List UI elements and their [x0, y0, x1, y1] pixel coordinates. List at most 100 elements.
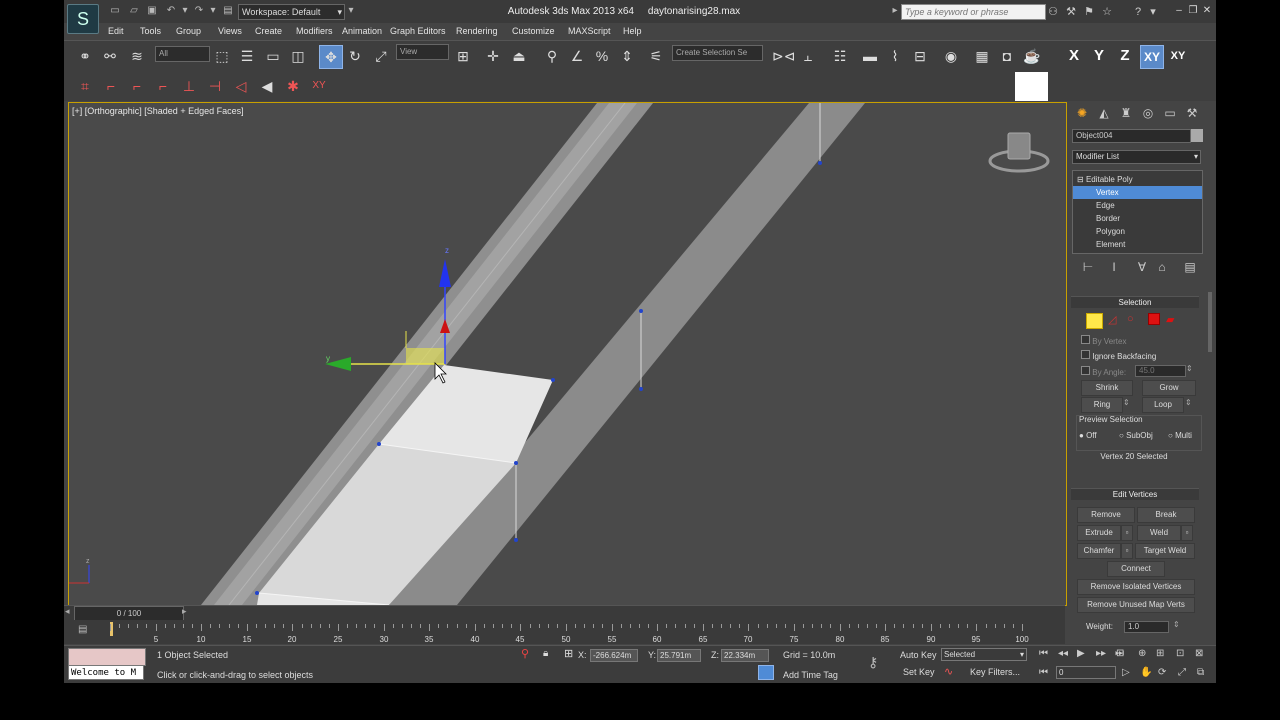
- snap-endpoint-icon[interactable]: ⌐: [152, 75, 174, 97]
- orbit-icon[interactable]: ⟳: [1158, 667, 1166, 678]
- viewport-orthographic[interactable]: y z z [+] [Orthographic] [Shaded + Edged…: [68, 102, 1067, 606]
- set-key-curve-icon[interactable]: ∿: [944, 665, 953, 678]
- select-and-rotate-icon[interactable]: ↻: [344, 45, 366, 67]
- show-end-result-icon[interactable]: I: [1105, 258, 1123, 276]
- auto-key-button[interactable]: Auto Key: [900, 650, 937, 660]
- select-and-move-icon[interactable]: ✥: [319, 45, 343, 69]
- quick-access-menu-icon[interactable]: ▾: [344, 4, 358, 18]
- pivot-center-icon[interactable]: ⊞: [452, 45, 474, 67]
- target-weld-button[interactable]: Target Weld: [1135, 543, 1195, 559]
- by-vertex-checkbox[interactable]: [1081, 335, 1090, 344]
- redo-icon[interactable]: ↷: [192, 4, 206, 18]
- render-setup-icon[interactable]: ▦: [971, 45, 993, 67]
- search-expand-icon[interactable]: ▸: [888, 4, 902, 18]
- rendered-frame-window-icon[interactable]: ◘: [996, 45, 1018, 67]
- menu-graph-editors[interactable]: Graph Editors: [390, 24, 446, 38]
- curve-editor-mini-icon[interactable]: ▤: [78, 624, 87, 635]
- edit-vertices-rollout-header[interactable]: Edit Vertices: [1071, 488, 1199, 500]
- graphite-ribbon-icon[interactable]: ▬: [859, 45, 881, 67]
- absolute-mode-icon[interactable]: ⊞: [564, 647, 573, 660]
- next-frame-icon[interactable]: ▸▸: [1096, 648, 1106, 659]
- grow-button[interactable]: Grow: [1142, 380, 1196, 396]
- make-unique-icon[interactable]: ∀: [1133, 258, 1151, 276]
- command-panel-scrollbar[interactable]: [1208, 292, 1212, 352]
- shrink-button[interactable]: Shrink: [1081, 380, 1133, 396]
- undo-dropdown-icon[interactable]: ▾: [178, 4, 192, 18]
- constrain-y-button[interactable]: Y: [1088, 45, 1110, 67]
- chamfer-settings-icon[interactable]: ▫: [1121, 543, 1133, 559]
- chamfer-button[interactable]: Chamfer: [1077, 543, 1121, 559]
- subscription-icon[interactable]: ⚒: [1064, 5, 1078, 19]
- x-coordinate-field[interactable]: -266.624m: [590, 649, 638, 662]
- ring-spinner-icon[interactable]: ⇕: [1123, 398, 1130, 407]
- time-config-icon[interactable]: ⊟: [1116, 648, 1124, 659]
- unlink-icon[interactable]: ⚯: [99, 45, 121, 67]
- favorites-star-icon[interactable]: ☆: [1100, 5, 1114, 19]
- menu-modifiers[interactable]: Modifiers: [296, 24, 333, 38]
- track-bar[interactable]: ▤ 5 10 15 20 25 30 35 40 45 50 55 60 65 70 75 80 85 90 95 1…: [64, 620, 1065, 644]
- by-vertex-option[interactable]: By Vertex: [1081, 335, 1126, 346]
- spinner-snap-icon[interactable]: ⇕: [616, 45, 638, 67]
- set-key-button[interactable]: Set Key: [903, 667, 935, 677]
- window-crossing-icon[interactable]: ◫: [287, 45, 309, 67]
- snap-edge-icon[interactable]: ⊣: [204, 75, 226, 97]
- previous-frame-icon[interactable]: ◂◂: [1058, 648, 1068, 659]
- edge-mode-icon[interactable]: ◿: [1108, 313, 1116, 326]
- remove-unused-map-verts-button[interactable]: Remove Unused Map Verts: [1077, 597, 1195, 613]
- snaps-toggle-icon[interactable]: ⚲: [541, 45, 563, 67]
- preview-subobj-radio[interactable]: ○ SubObj: [1119, 431, 1153, 440]
- save-icon[interactable]: ▣: [145, 4, 159, 18]
- curve-editor-icon[interactable]: ⌇: [884, 45, 906, 67]
- maximize-viewport-icon[interactable]: ⤢: [1178, 667, 1186, 678]
- keyboard-shortcut-override-icon[interactable]: ⏏: [508, 45, 530, 67]
- stack-item-element[interactable]: Element: [1073, 238, 1202, 251]
- angle-snap-icon[interactable]: ∠: [566, 45, 588, 67]
- menu-views[interactable]: Views: [218, 24, 242, 38]
- snap-face-icon[interactable]: ◁: [230, 75, 252, 97]
- collapse-icon[interactable]: ⊟: [1073, 175, 1084, 184]
- render-production-icon[interactable]: ☕: [1021, 45, 1043, 67]
- snap-midpoint-icon[interactable]: ⊥: [178, 75, 200, 97]
- weight-spinner[interactable]: 1.0: [1124, 621, 1169, 633]
- field-of-view-icon[interactable]: ▷: [1122, 667, 1130, 678]
- connect-button[interactable]: Connect: [1107, 561, 1165, 577]
- zoom-extents-all-icon[interactable]: ⊠: [1195, 648, 1203, 659]
- object-name-field[interactable]: Object004: [1072, 129, 1191, 143]
- snap-options-icon[interactable]: ✱: [282, 75, 304, 97]
- ignore-backfacing-checkbox[interactable]: [1081, 350, 1090, 359]
- time-tag-icon[interactable]: [758, 665, 774, 680]
- project-folder-icon[interactable]: ▤: [221, 4, 235, 18]
- menu-animation[interactable]: Animation: [342, 24, 382, 38]
- select-manipulate-icon[interactable]: ✛: [482, 45, 504, 67]
- weight-spinner-arrows-icon[interactable]: ⇕: [1173, 620, 1180, 629]
- binoculars-icon[interactable]: ⚇: [1046, 5, 1060, 19]
- time-slider[interactable]: ◂ 0 / 100 ▸: [64, 605, 1065, 621]
- new-file-icon[interactable]: ▭: [108, 4, 122, 18]
- mirror-icon[interactable]: ⊳⊲: [772, 45, 795, 67]
- app-logo-icon[interactable]: S: [67, 4, 99, 34]
- menu-edit[interactable]: Edit: [108, 24, 124, 38]
- y-coordinate-field[interactable]: 25.791m: [657, 649, 701, 662]
- viewport-label[interactable]: [+] [Orthographic] [Shaded + Edged Faces…: [72, 106, 244, 116]
- selection-lock-icon[interactable]: 🔒︎: [543, 648, 548, 659]
- search-input[interactable]: Type a keyword or phrase: [901, 4, 1046, 20]
- polygon-mode-icon[interactable]: [1148, 313, 1160, 325]
- snap-grid-icon[interactable]: ⌗: [74, 75, 96, 97]
- stack-item-editable-poly[interactable]: ⊟ Editable Poly: [1073, 173, 1202, 186]
- named-selection-dropdown[interactable]: Create Selection Se: [672, 45, 763, 61]
- schematic-view-icon[interactable]: ⊟: [909, 45, 931, 67]
- select-and-scale-icon[interactable]: ⤢: [370, 45, 392, 67]
- constrain-x-button[interactable]: X: [1063, 45, 1085, 67]
- modifier-list-dropdown[interactable]: Modifier List ▾: [1072, 150, 1201, 164]
- zoom-icon[interactable]: ⊕: [1138, 648, 1146, 659]
- constrain-xy-cycle-button[interactable]: XY: [1167, 45, 1189, 67]
- close-icon[interactable]: ✕: [1201, 5, 1213, 17]
- menu-group[interactable]: Group: [176, 24, 201, 38]
- menu-tools[interactable]: Tools: [140, 24, 161, 38]
- percent-snap-icon[interactable]: %: [591, 45, 613, 67]
- prev-frame-icon[interactable]: ◂: [65, 606, 70, 617]
- weld-settings-icon[interactable]: ▫: [1181, 525, 1193, 541]
- stack-item-border[interactable]: Border: [1073, 212, 1202, 225]
- key-mode-toggle-icon[interactable]: ⏮: [1039, 667, 1048, 678]
- redo-dropdown-icon[interactable]: ▾: [206, 4, 220, 18]
